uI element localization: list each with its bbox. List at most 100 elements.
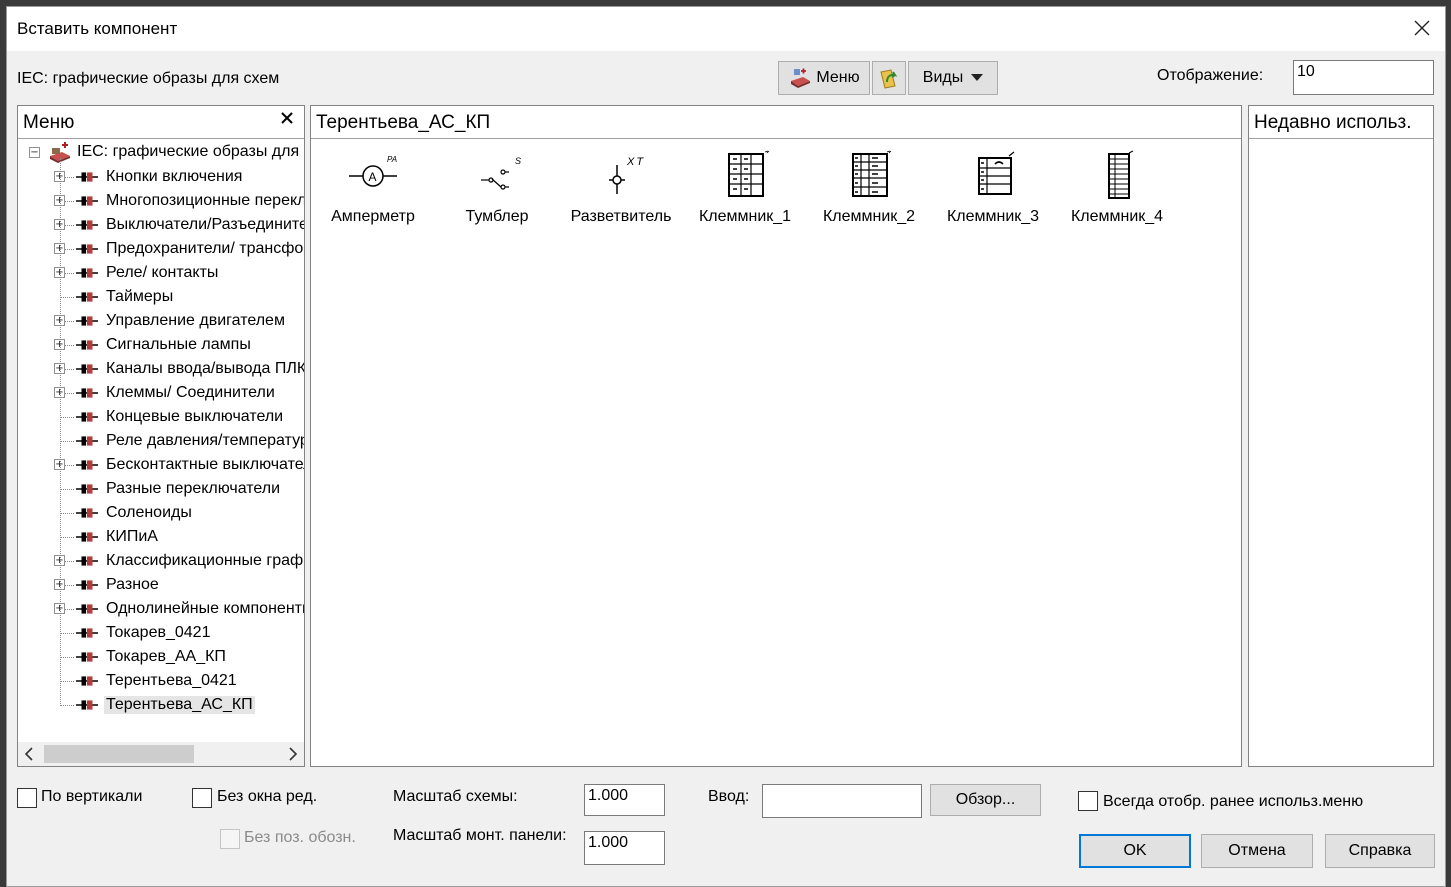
component-label: Клеммник_3 bbox=[946, 208, 1040, 225]
scroll-right-icon[interactable] bbox=[288, 747, 298, 766]
tree-connector bbox=[60, 705, 74, 706]
up-level-button[interactable] bbox=[872, 61, 906, 95]
component-label: Тумблер bbox=[465, 208, 529, 225]
tree-connector bbox=[60, 633, 74, 634]
tree-root-label: IEC: графические образы для схем bbox=[77, 143, 304, 160]
ok-button-label: OK bbox=[1123, 842, 1147, 859]
component-label: Амперметр bbox=[331, 208, 415, 225]
component-terminal-3[interactable]: Клеммник_3 bbox=[931, 146, 1055, 236]
tree-trunk bbox=[60, 158, 61, 706]
input-field[interactable] bbox=[762, 784, 922, 818]
display-count-input[interactable]: 10 bbox=[1293, 60, 1434, 95]
component-splitter[interactable]: XT Разветвитель bbox=[559, 146, 683, 236]
menu-panel: Меню − IEC: графические образы для схем … bbox=[17, 105, 305, 767]
no-pos-checkbox bbox=[220, 829, 240, 849]
tree-item-label: Управление двигателем bbox=[106, 312, 285, 329]
close-menu-panel-icon[interactable] bbox=[280, 111, 294, 130]
component-group-icon bbox=[76, 652, 98, 662]
tree-item-label: Бесконтактные выключатели bbox=[106, 456, 304, 473]
menu-icon bbox=[791, 68, 811, 88]
scrollbar-thumb[interactable] bbox=[44, 745, 194, 763]
display-label: Отображение: bbox=[1157, 67, 1264, 84]
component-group-icon bbox=[76, 580, 98, 590]
chevron-down-icon bbox=[971, 74, 984, 81]
component-group-icon bbox=[76, 340, 98, 350]
scheme-scale-input[interactable]: 1.000 bbox=[584, 784, 665, 816]
tree-connector bbox=[60, 513, 74, 514]
horizontal-scrollbar[interactable] bbox=[18, 742, 304, 766]
divider bbox=[1249, 138, 1433, 139]
input-label: Ввод: bbox=[708, 788, 750, 805]
ok-button[interactable]: OK bbox=[1079, 834, 1191, 868]
tree-connector bbox=[60, 441, 74, 442]
tree-item-label: Сигнальные лампы bbox=[106, 336, 251, 353]
toggle-switch-icon: S bbox=[481, 156, 521, 190]
component-terminal-4[interactable]: Клеммник_4 bbox=[1055, 146, 1179, 236]
component-group-icon bbox=[76, 484, 98, 494]
scroll-left-icon[interactable] bbox=[24, 747, 34, 766]
divider bbox=[18, 138, 304, 139]
component-group-icon bbox=[76, 508, 98, 518]
close-icon[interactable] bbox=[1407, 13, 1437, 43]
tree-item-label: Классификационные графические bbox=[106, 552, 304, 569]
tree-item-label: Клеммы/ Соединители bbox=[106, 384, 275, 401]
tree-item-label: Каналы ввода/вывода ПЛК bbox=[106, 360, 304, 377]
tree-item-label: Таймеры bbox=[106, 288, 174, 305]
content-panel: Терентьева_АС_КП A PA Амперметр S Тумбле… bbox=[310, 105, 1242, 767]
menu-button-label: Меню bbox=[816, 69, 860, 86]
component-group-icon bbox=[76, 676, 98, 686]
component-group-icon bbox=[76, 196, 98, 206]
vertical-label: По вертикали bbox=[41, 788, 143, 805]
views-dropdown[interactable]: Виды bbox=[908, 61, 998, 95]
component-ammeter[interactable]: A PA Амперметр bbox=[311, 146, 435, 236]
tree-item-label: Токарев_АА_КП bbox=[106, 648, 226, 665]
tree-item-label: Соленоиды bbox=[106, 504, 192, 521]
splitter-icon: XT bbox=[609, 156, 645, 194]
component-label: Клеммник_1 bbox=[698, 208, 792, 225]
component-group-icon bbox=[76, 556, 98, 566]
svg-text:A: A bbox=[369, 170, 377, 184]
vertical-checkbox[interactable] bbox=[17, 788, 37, 808]
component-group-icon bbox=[76, 268, 98, 278]
cancel-button[interactable]: Отмена bbox=[1201, 834, 1313, 868]
browse-button-label: Обзор... bbox=[955, 791, 1016, 808]
no-edit-window-checkbox[interactable] bbox=[192, 788, 212, 808]
no-pos-label: Без поз. обозн. bbox=[244, 829, 356, 846]
component-group-icon bbox=[76, 436, 98, 446]
menu-button[interactable]: Меню bbox=[778, 61, 870, 95]
component-group-icon bbox=[76, 700, 98, 710]
tree-item-label: КИПиА bbox=[106, 528, 158, 545]
tree-item-label: Токарев_0421 bbox=[106, 624, 211, 641]
views-button-label: Виды bbox=[922, 69, 964, 86]
tree-item-label: Реле давления/температуры bbox=[106, 432, 304, 449]
svg-text:XT: XT bbox=[626, 156, 645, 168]
component-group-icon bbox=[76, 532, 98, 542]
tree-item-label: Концевые выключатели bbox=[106, 408, 284, 425]
component-group-icon bbox=[76, 388, 98, 398]
tree-connector bbox=[60, 537, 74, 538]
panel-scale-input[interactable]: 1.000 bbox=[584, 831, 665, 865]
component-terminal-2[interactable]: Клеммник_2 bbox=[807, 146, 931, 236]
component-label: Клеммник_4 bbox=[1070, 208, 1164, 225]
help-button[interactable]: Справка bbox=[1325, 834, 1435, 868]
scheme-scale-label: Масштаб схемы: bbox=[393, 788, 518, 805]
tree-item-label: Разные переключатели bbox=[106, 480, 281, 497]
component-toggle-switch[interactable]: S Тумблер bbox=[435, 146, 559, 236]
tree-item-label: Реле/ контакты bbox=[106, 264, 219, 281]
terminal-block-icon bbox=[978, 151, 1015, 195]
component-group-icon bbox=[76, 316, 98, 326]
menu-tree: − IEC: графические образы для схем +Кноп… bbox=[18, 140, 304, 738]
folder-up-icon bbox=[880, 69, 898, 89]
collapse-icon[interactable]: − bbox=[29, 147, 40, 158]
browse-button[interactable]: Обзор... bbox=[930, 784, 1041, 816]
component-group-icon bbox=[76, 220, 98, 230]
panel-scale-label: Масштаб монт. панели: bbox=[393, 827, 567, 844]
component-group-icon bbox=[76, 364, 98, 374]
tree-item-label: Терентьева_АС_КП bbox=[104, 696, 255, 714]
tree-connector bbox=[60, 681, 74, 682]
svg-text:S: S bbox=[515, 156, 521, 166]
component-terminal-1[interactable]: Клеммник_1 bbox=[683, 146, 807, 236]
always-show-checkbox[interactable] bbox=[1078, 791, 1098, 811]
divider bbox=[311, 138, 1241, 139]
always-show-label: Всегда отобр. ранее использ.меню bbox=[1103, 793, 1364, 810]
